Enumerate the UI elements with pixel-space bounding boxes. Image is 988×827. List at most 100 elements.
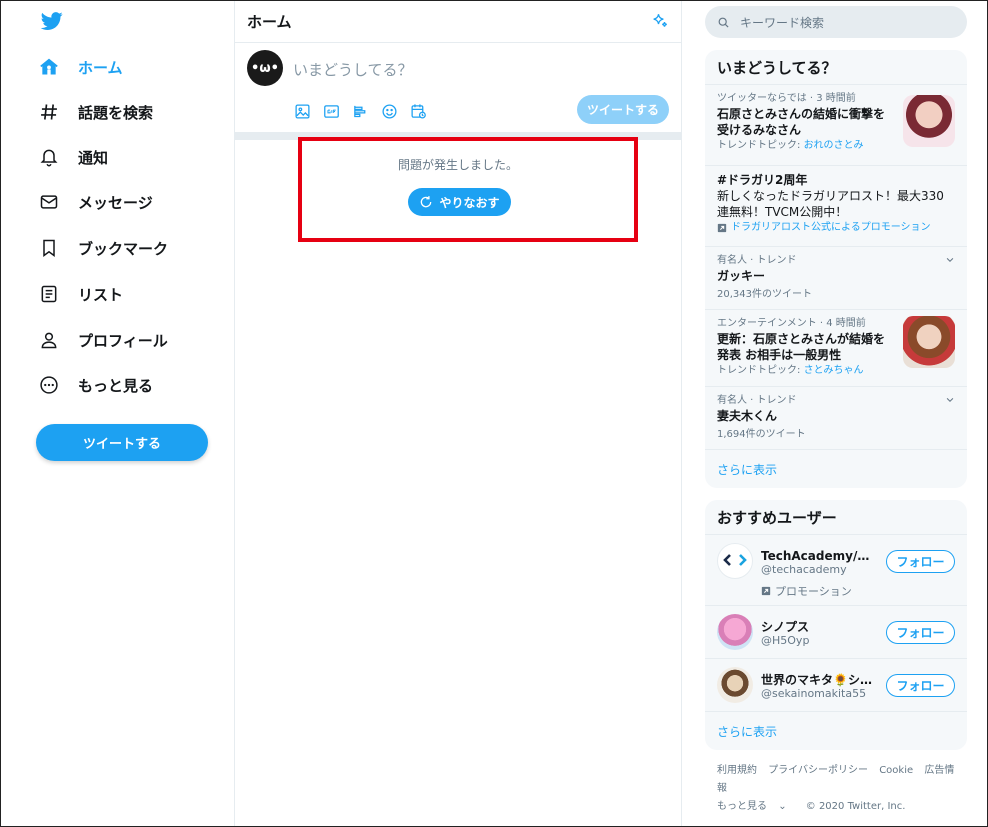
trends-card: いまどうしてる？ ツイッターならでは · 3 時間前 石原さとみさんの結婚に衝撃… (705, 50, 967, 488)
schedule-icon[interactable] (407, 100, 429, 122)
avatar (717, 614, 753, 650)
trend-meta: 有名人 · トレンド (717, 395, 797, 406)
trend-item[interactable]: #ドラガリ2周年 新しくなったドラガリアロスト！最大330連無料！TVCM公開中… (705, 166, 967, 247)
nav-lists[interactable]: リスト (36, 274, 123, 314)
composer-input[interactable]: いまどうしてる？ (293, 59, 413, 80)
retry-button[interactable]: やりなおす (408, 188, 511, 216)
page-title: ホーム (247, 12, 292, 31)
tweet-composer: •ω• いまどうしてる？ ツイートする (235, 43, 681, 132)
user-row[interactable]: シノプス @H5Oyp フォロー (705, 606, 967, 659)
footer-link-privacy[interactable]: プライバシーポリシー (768, 765, 868, 776)
follow-button[interactable]: フォロー (886, 621, 955, 644)
user-handle: @techacademy (761, 563, 847, 576)
composer-toolbar (291, 100, 436, 122)
nav-explore[interactable]: 話題を検索 (36, 92, 153, 132)
trend-topic-link[interactable]: さとみちゃん (804, 365, 864, 376)
avatar[interactable]: •ω• (247, 50, 283, 86)
sparkle-icon[interactable] (651, 12, 669, 30)
divider (235, 132, 681, 140)
nav-messages-label: メッセージ (78, 193, 153, 212)
retry-label: やりなおす (439, 195, 500, 210)
trend-hashtag: #ドラガリ2周年 (717, 173, 808, 187)
nav-profile-label: プロフィール (78, 331, 168, 350)
home-icon (36, 54, 62, 80)
composer-tweet-button[interactable]: ツイートする (577, 95, 669, 124)
footer-more-link[interactable]: もっと見る ⌄ (717, 801, 795, 812)
trends-show-more-link[interactable]: さらに表示 (705, 450, 967, 488)
user-name: TechAcademy/テックアカデミー (761, 549, 879, 563)
search-placeholder: キーワード検索 (740, 15, 825, 30)
nav-lists-label: リスト (78, 285, 124, 304)
nav-notifications[interactable]: 通知 (36, 137, 108, 177)
trend-thumbnail (903, 316, 955, 368)
gif-icon[interactable] (320, 100, 342, 122)
main-column: ホーム •ω• いまどうしてる？ ツイートする 問題が発生しました。 やりなおす (234, 0, 682, 827)
nav-home-label: ホーム (78, 58, 123, 77)
trends-title: いまどうしてる？ (705, 50, 967, 85)
trend-title: 妻夫木くん (717, 409, 778, 423)
sidebar-tweet-button[interactable]: ツイートする (36, 424, 208, 461)
user-name: 世界のマキタ🌻シェフ (761, 673, 879, 687)
chevron-down-icon[interactable] (945, 255, 955, 265)
error-message: 問題が発生しました。 (397, 158, 518, 172)
emoji-icon[interactable] (378, 100, 400, 122)
follow-button[interactable]: フォロー (886, 674, 955, 697)
trend-title: ガッキー (717, 269, 766, 283)
user-name: シノプス (761, 620, 810, 634)
who-to-follow-title: おすすめユーザー (705, 500, 967, 535)
search-icon (718, 17, 729, 28)
who-to-follow-card: おすすめユーザー TechAcademy/テックアカデミー @techacade… (705, 500, 967, 750)
right-column: キーワード検索 いまどうしてる？ ツイッターならでは · 3 時間前 石原さとみ… (705, 6, 967, 816)
promoted-icon (761, 586, 771, 596)
envelope-icon (36, 189, 62, 215)
trend-item[interactable]: ツイッターならでは · 3 時間前 石原さとみさんの結婚に衝撃を受けるみなさん … (705, 85, 967, 166)
techacademy-logo-icon (717, 543, 753, 579)
trend-topic-link[interactable]: おれのさとみ (804, 140, 864, 151)
avatar (717, 667, 753, 703)
image-icon[interactable] (291, 100, 313, 122)
hashtag-icon (36, 99, 62, 125)
trend-item[interactable]: 有名人 · トレンド ガッキー 20,343件のツイート (705, 247, 967, 310)
trend-meta: 有名人 · トレンド (717, 255, 797, 266)
nav-bookmarks-label: ブックマーク (78, 239, 169, 258)
promoted-label: ドラガリアロスト公式によるプロモーション (717, 220, 955, 235)
nav-profile[interactable]: プロフィール (36, 320, 168, 360)
nav-home[interactable]: ホーム (36, 47, 123, 87)
nav-messages[interactable]: メッセージ (36, 182, 153, 222)
footer-link-terms[interactable]: 利用規約 (717, 765, 757, 776)
follow-button[interactable]: フォロー (886, 550, 955, 573)
user-handle: @sekainomakita55 (761, 687, 867, 700)
user-row[interactable]: 世界のマキタ🌻シェフ @sekainomakita55 フォロー (705, 659, 967, 712)
trend-item[interactable]: 有名人 · トレンド 妻夫木くん 1,694件のツイート (705, 387, 967, 450)
twitter-bird-icon[interactable] (40, 10, 66, 34)
nav-explore-label: 話題を検索 (78, 103, 154, 122)
trend-count: 1,694件のツイート (717, 429, 806, 440)
promoted-label: プロモーション (761, 583, 852, 599)
bookmark-icon (36, 235, 62, 261)
sidebar: ホーム 話題を検索 通知 メッセージ ブックマーク リスト プロフィール もっと… (0, 0, 234, 827)
trend-item[interactable]: エンターテインメント · 4 時間前 更新：石原さとみさんが結婚を発表 お相手は… (705, 310, 967, 387)
chevron-down-icon: ⌄ (778, 801, 787, 812)
trend-body: 石原さとみさんの結婚に衝撃を受けるみなさん (717, 107, 886, 137)
trend-body: 更新：石原さとみさんが結婚を発表 お相手は一般男性 (717, 332, 886, 362)
list-icon (36, 281, 62, 307)
error-panel: 問題が発生しました。 やりなおす (235, 140, 681, 260)
chevron-down-icon[interactable] (945, 395, 955, 405)
footer: 利用規約 プライバシーポリシー Cookie 広告情報 もっと見る ⌄ © 20… (705, 762, 967, 816)
user-row[interactable]: TechAcademy/テックアカデミー @techacademy プロモーショ… (705, 535, 967, 606)
person-icon (36, 327, 62, 353)
nav-bookmarks[interactable]: ブックマーク (36, 228, 168, 268)
more-circle-icon (36, 372, 62, 398)
search-input[interactable]: キーワード検索 (705, 6, 967, 38)
nav-notifications-label: 通知 (78, 148, 109, 167)
poll-icon[interactable] (349, 100, 371, 122)
main-header: ホーム (235, 0, 681, 43)
nav-more[interactable]: もっと見る (36, 365, 153, 405)
trend-body: 新しくなったドラガリアロスト！最大330連無料！TVCM公開中！ (717, 189, 944, 219)
nav-more-label: もっと見る (78, 376, 154, 395)
bell-icon (36, 144, 62, 170)
copyright: © 2020 Twitter, Inc. (805, 801, 906, 812)
footer-link-cookie[interactable]: Cookie (879, 765, 913, 776)
who-to-follow-show-more-link[interactable]: さらに表示 (705, 712, 967, 750)
promoted-icon (717, 223, 727, 232)
